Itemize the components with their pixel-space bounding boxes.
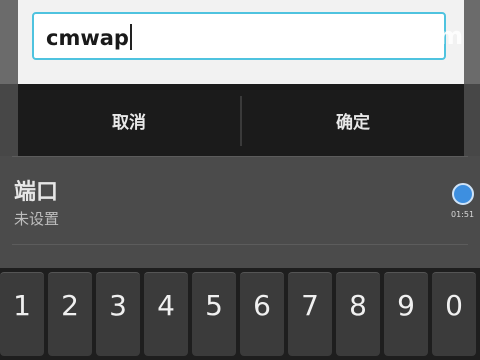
key-2[interactable]: 2 — [48, 272, 92, 356]
cancel-label: 取消 — [112, 112, 146, 133]
key-5[interactable]: 5 — [192, 272, 236, 356]
key-1[interactable]: 1 — [0, 272, 44, 356]
divider — [12, 156, 468, 157]
preference-summary: 未设置 — [14, 210, 60, 228]
soft-keyboard: 1 2 3 4 5 6 7 8 9 0 — [0, 268, 480, 360]
ok-label: 确定 — [336, 112, 370, 133]
key-6[interactable]: 6 — [240, 272, 284, 356]
dialog-shadow-left — [0, 0, 18, 84]
ok-button[interactable]: 确定 — [242, 84, 464, 156]
text-caret — [129, 24, 132, 50]
cancel-button[interactable]: 取消 — [18, 84, 240, 156]
preference-title: 端口 — [14, 180, 59, 205]
key-3[interactable]: 3 — [96, 272, 140, 356]
play-icon — [386, 25, 401, 43]
dialog-shadow-right — [464, 0, 480, 84]
key-4[interactable]: 4 — [144, 272, 188, 356]
key-0[interactable]: 0 — [432, 272, 476, 356]
watermark: Ku .com — [352, 22, 463, 50]
divider — [12, 244, 468, 245]
key-8[interactable]: 8 — [336, 272, 380, 356]
media-slider-thumb[interactable] — [452, 183, 474, 205]
key-7[interactable]: 7 — [288, 272, 332, 356]
input-text-wrap: cmwap — [46, 24, 132, 50]
dialog-button-bar: 取消 确定 — [18, 84, 464, 156]
key-9[interactable]: 9 — [384, 272, 428, 356]
watermark-right: .com — [401, 22, 463, 50]
watermark-left: Ku — [352, 22, 386, 50]
input-value: cmwap — [46, 26, 129, 50]
media-time: 01:51 — [451, 210, 475, 219]
